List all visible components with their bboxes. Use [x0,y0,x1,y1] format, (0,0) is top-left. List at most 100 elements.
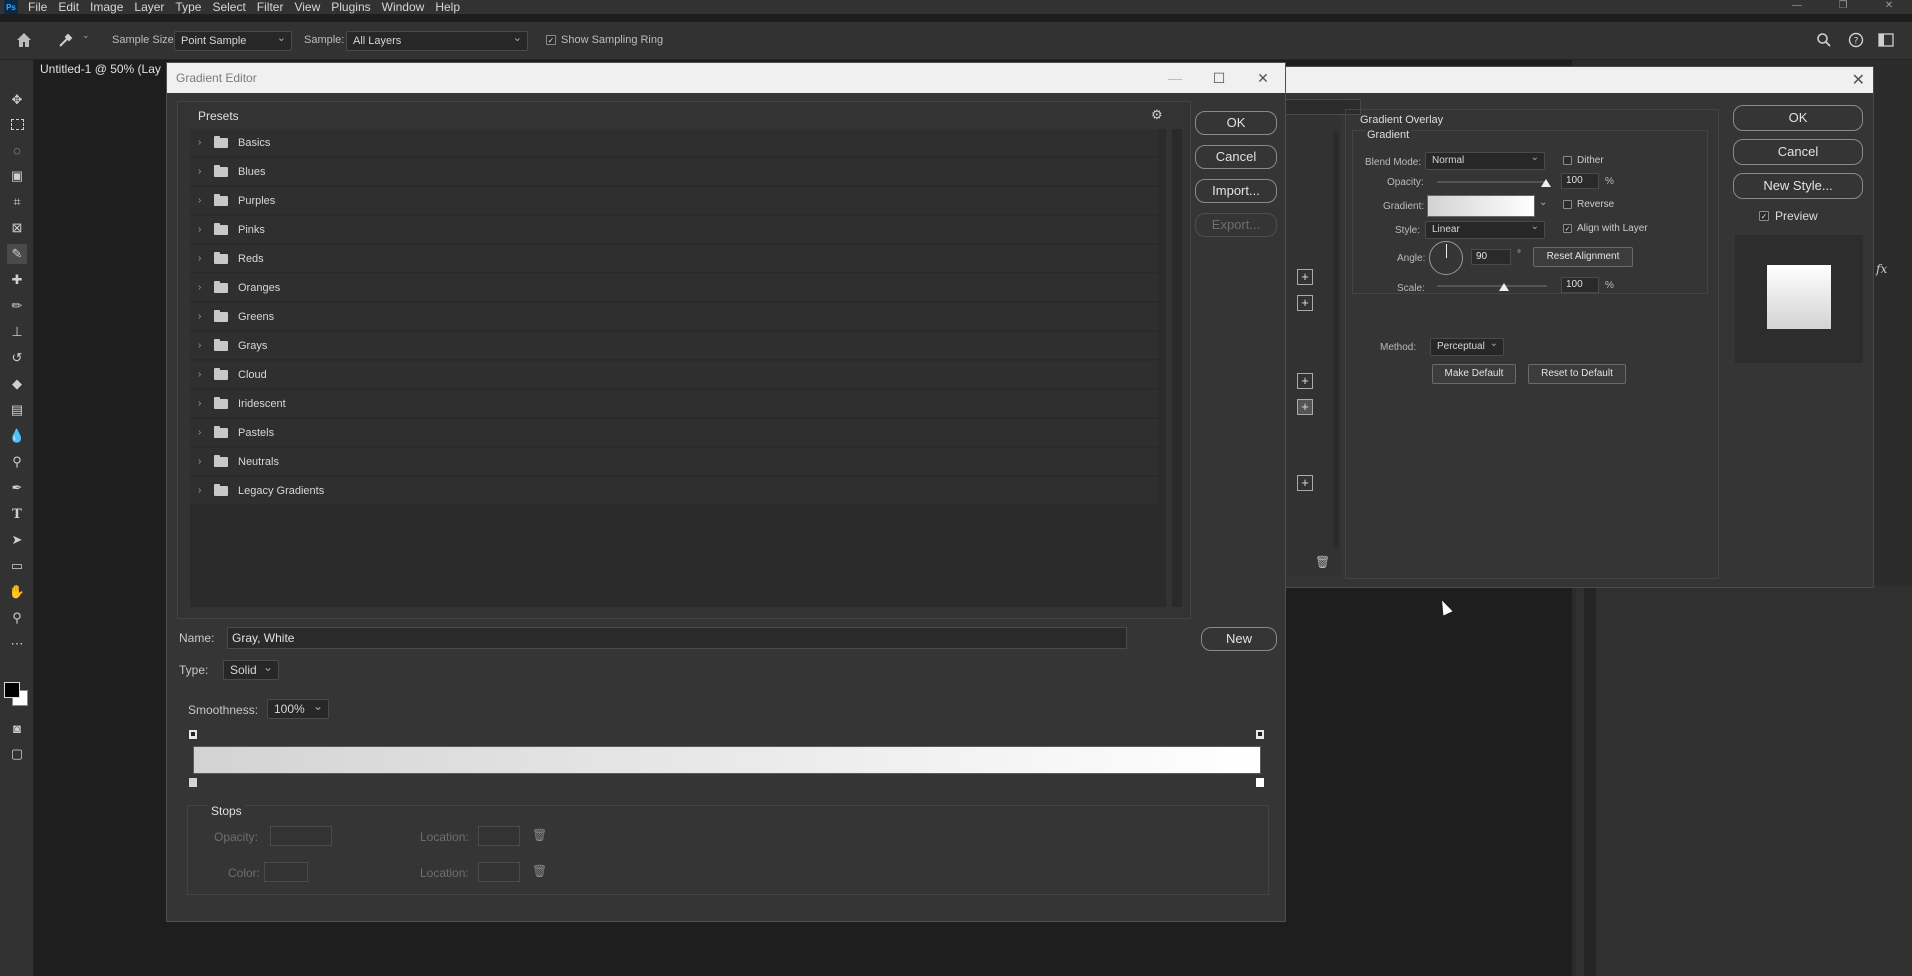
lasso-tool-icon[interactable]: ◌ [7,140,27,160]
menu-image[interactable]: Image [90,0,123,14]
eyedropper-tool-icon[interactable]: ✎ [7,244,27,264]
menu-select[interactable]: Select [212,0,245,14]
delete-color-stop-icon[interactable]: 🗑 [532,864,547,878]
add-effect-icon[interactable]: + [1297,269,1313,285]
dodge-tool-icon[interactable]: ⚲ [7,452,27,472]
healing-brush-tool-icon[interactable]: ✚ [7,270,27,290]
stop-color-swatch[interactable] [264,862,308,882]
document-tab[interactable]: Untitled-1 @ 50% (Lay [40,62,161,82]
menu-help[interactable]: Help [435,0,460,14]
preset-folder-purples[interactable]: › Purples [190,187,1158,215]
make-default-button[interactable]: Make Default [1432,364,1516,384]
styles-scrollbar[interactable] [1333,131,1339,547]
gradient-dropdown-icon[interactable]: ⌄ [1539,197,1547,208]
add-effect-icon[interactable]: + [1297,475,1313,491]
menu-edit[interactable]: Edit [58,0,79,14]
zoom-tool-icon[interactable]: ⚲ [7,608,27,628]
reset-to-default-button[interactable]: Reset to Default [1528,364,1626,384]
chevron-right-icon[interactable]: › [198,369,208,380]
rectangle-tool-icon[interactable]: ▭ [7,556,27,576]
preset-folder-legacy-gradients[interactable]: › Legacy Gradients [190,477,1158,505]
style-select[interactable]: Linear [1425,219,1545,239]
fx-icon[interactable]: fx [1876,262,1887,276]
color-stop-left[interactable] [188,777,198,788]
menu-view[interactable]: View [294,0,320,14]
sample-size-select[interactable]: Point Sample [174,29,292,51]
cancel-button[interactable]: Cancel [1195,145,1277,169]
opacity-slider-thumb[interactable] [1541,179,1551,187]
add-effect-icon[interactable]: + [1297,399,1313,415]
dither-checkbox[interactable]: Dither [1563,155,1604,166]
maximize-icon[interactable]: ☐ [1197,63,1241,93]
stamp-tool-icon[interactable]: ⊥ [7,322,27,342]
method-select[interactable]: Perceptual [1430,336,1504,356]
preview-checkbox[interactable]: ✓ Preview [1759,209,1818,223]
new-style-button[interactable]: New Style... [1733,173,1863,199]
presets-gear-icon[interactable]: ⚙ [1151,107,1163,123]
delete-opacity-stop-icon[interactable]: 🗑 [532,828,547,842]
chevron-right-icon[interactable]: › [198,340,208,351]
chevron-right-icon[interactable]: › [198,195,208,206]
chevron-right-icon[interactable]: › [198,398,208,409]
stop-location-field[interactable] [478,826,520,846]
history-brush-tool-icon[interactable]: ↺ [7,348,27,368]
workspace-icon[interactable] [1878,33,1896,47]
chevron-right-icon[interactable]: › [198,166,208,177]
chevron-right-icon[interactable]: › [198,253,208,264]
minimize-icon[interactable]: — [1774,0,1820,14]
help-icon[interactable]: ? [1848,32,1866,50]
brush-tool-icon[interactable]: ✏ [7,296,27,316]
preset-folder-pastels[interactable]: › Pastels [190,419,1158,447]
menu-plugins[interactable]: Plugins [331,0,370,14]
preset-folder-neutrals[interactable]: › Neutrals [190,448,1158,476]
gradient-preview-bar[interactable] [193,746,1261,774]
chevron-right-icon[interactable]: › [198,456,208,467]
pen-tool-icon[interactable]: ✒ [7,478,27,498]
home-icon[interactable] [14,31,34,49]
object-selection-tool-icon[interactable]: ▣ [7,166,27,186]
preset-folder-reds[interactable]: › Reds [190,245,1158,273]
layer-style-close-icon[interactable]: ✕ [1852,70,1865,90]
opacity-field[interactable]: 100 [1561,173,1599,189]
restore-icon[interactable]: ❐ [1820,0,1866,14]
smoothness-select[interactable]: 100% [267,697,329,719]
ok-button[interactable]: OK [1195,111,1277,135]
type-select[interactable]: Solid [223,658,279,680]
eraser-tool-icon[interactable]: ◆ [7,374,27,394]
reset-alignment-button[interactable]: Reset Alignment [1533,247,1633,267]
move-tool-icon[interactable]: ✥ [7,90,27,110]
new-button[interactable]: New [1201,627,1277,651]
color-location-field[interactable] [478,862,520,882]
minimize-icon[interactable]: — [1153,63,1197,93]
foreground-color-swatch[interactable] [4,682,20,698]
preset-folder-grays[interactable]: › Grays [190,332,1158,360]
preset-folder-iridescent[interactable]: › Iridescent [190,390,1158,418]
add-effect-icon[interactable]: + [1297,295,1313,311]
chevron-right-icon[interactable]: › [198,282,208,293]
menu-filter[interactable]: Filter [257,0,284,14]
export-button[interactable]: Export... [1195,213,1277,237]
chevron-right-icon[interactable]: › [198,427,208,438]
frame-tool-icon[interactable]: ⊠ [7,218,27,238]
blend-mode-select[interactable]: Normal [1425,150,1545,170]
chevron-right-icon[interactable]: › [198,311,208,322]
opacity-slider[interactable] [1437,179,1551,187]
search-icon[interactable] [1816,32,1834,50]
scale-slider-thumb[interactable] [1499,283,1509,291]
show-sampling-ring-checkbox[interactable]: ✓ Show Sampling Ring [546,34,663,46]
preset-folder-greens[interactable]: › Greens [190,303,1158,331]
more-tools-icon[interactable]: ⋯ [7,634,27,654]
marquee-tool-icon[interactable] [7,114,27,134]
chevron-right-icon[interactable]: › [198,137,208,148]
opacity-stop-right[interactable] [1255,729,1265,740]
blur-tool-icon[interactable]: 💧 [7,426,27,446]
preset-folder-basics[interactable]: › Basics [190,129,1158,157]
sample-select[interactable]: All Layers [346,29,528,51]
preset-folder-blues[interactable]: › Blues [190,158,1158,186]
preset-folder-cloud[interactable]: › Cloud [190,361,1158,389]
chevron-right-icon[interactable]: › [198,485,208,496]
align-with-layer-checkbox[interactable]: ✓ Align with Layer [1563,223,1648,234]
presets-scrollbar[interactable] [1172,129,1182,607]
color-stop-right[interactable] [1255,777,1265,788]
stop-opacity-field[interactable] [270,826,332,846]
